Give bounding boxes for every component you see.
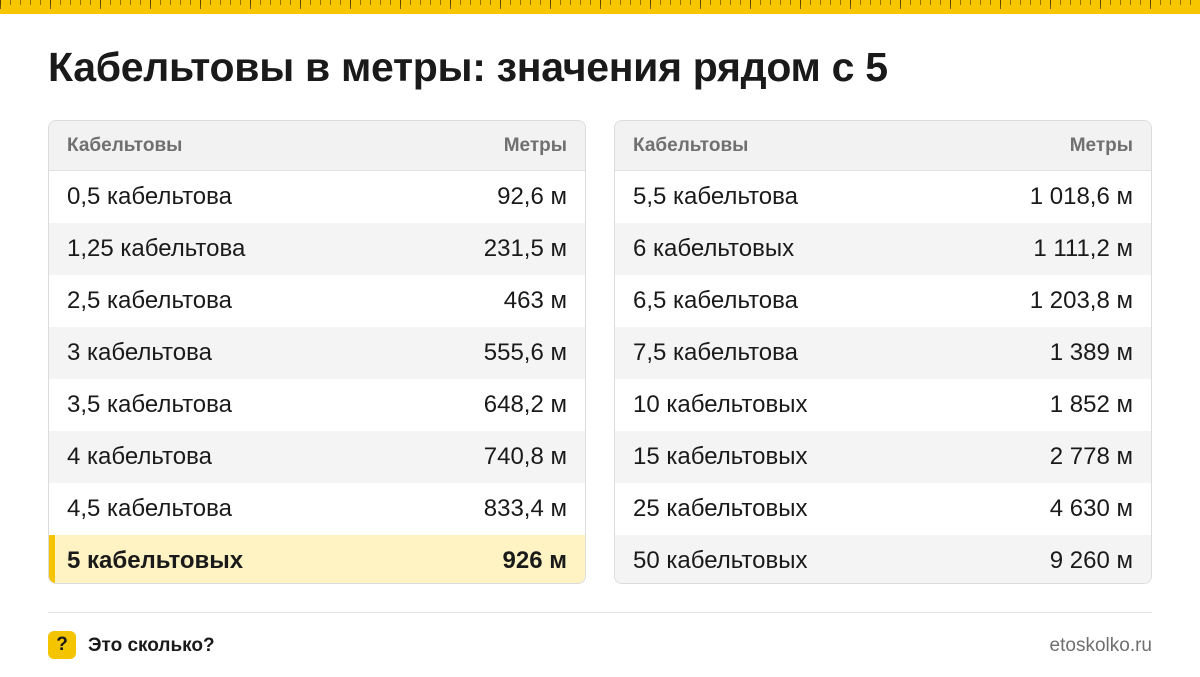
- column-header-meters: Метры: [503, 134, 567, 156]
- row-label: 6,5 кабельтова: [633, 287, 798, 314]
- row-label: 4,5 кабельтова: [67, 495, 232, 522]
- row-label: 5 кабельтовых: [67, 547, 244, 574]
- row-label: 15 кабельтовых: [633, 443, 808, 470]
- table-header: Кабельтовы Метры: [49, 121, 585, 171]
- row-label: 5,5 кабельтова: [633, 183, 798, 210]
- brand-name: Это сколько?: [88, 635, 215, 656]
- page-title: Кабельтовы в метры: значения рядом с 5: [48, 44, 888, 90]
- conversion-table-right: Кабельтовы Метры 5,5 кабельтова 1 018,6 …: [614, 120, 1152, 584]
- row-value: 1 111,2 м: [1033, 235, 1133, 262]
- column-header-meters: Метры: [1069, 134, 1133, 156]
- question-mark-icon: ?: [48, 631, 76, 659]
- row-label: 50 кабельтовых: [633, 547, 808, 574]
- table-row: 4 кабельтова 740,8 м: [49, 431, 585, 483]
- row-value: 92,6 м: [497, 183, 567, 210]
- row-value: 1 852 м: [1049, 391, 1133, 418]
- table-row: 2,5 кабельтова 463 м: [49, 275, 585, 327]
- row-label: 2,5 кабельтова: [67, 287, 232, 314]
- table-row: 1,25 кабельтова 231,5 м: [49, 223, 585, 275]
- row-value: 740,8 м: [483, 443, 567, 470]
- column-header-cables: Кабельтовы: [633, 134, 749, 156]
- row-label: 4 кабельтова: [67, 443, 212, 470]
- row-value: 2 778 м: [1049, 443, 1133, 470]
- row-label: 1,25 кабельтова: [67, 235, 246, 262]
- row-value: 1 389 м: [1049, 339, 1133, 366]
- table-row: 25 кабельтовых 4 630 м: [615, 483, 1151, 535]
- row-value: 231,5 м: [483, 235, 567, 262]
- row-value: 4 630 м: [1049, 495, 1133, 522]
- row-value: 463 м: [503, 287, 567, 314]
- row-value: 833,4 м: [483, 495, 567, 522]
- site-link[interactable]: etoskolko.ru: [1050, 635, 1152, 657]
- table-row: 5,5 кабельтова 1 018,6 м: [615, 171, 1151, 223]
- table-row: 50 кабельтовых 9 260 м: [615, 535, 1151, 583]
- row-value: 9 260 м: [1049, 547, 1133, 574]
- row-label: 6 кабельтовых: [633, 235, 795, 262]
- footer-divider: [48, 612, 1152, 613]
- table-row: 0,5 кабельтова 92,6 м: [49, 171, 585, 223]
- row-label: 25 кабельтовых: [633, 495, 808, 522]
- ruler-ticks: [0, 0, 1200, 14]
- row-label: 3,5 кабельтова: [67, 391, 232, 418]
- table-row: 6,5 кабельтова 1 203,8 м: [615, 275, 1151, 327]
- table-row: 10 кабельтовых 1 852 м: [615, 379, 1151, 431]
- conversion-table-left: Кабельтовы Метры 0,5 кабельтова 92,6 м 1…: [48, 120, 586, 584]
- table-row: 4,5 кабельтова 833,4 м: [49, 483, 585, 535]
- table-row: 7,5 кабельтова 1 389 м: [615, 327, 1151, 379]
- row-value: 1 203,8 м: [1029, 287, 1133, 314]
- table-header: Кабельтовы Метры: [615, 121, 1151, 171]
- column-header-cables: Кабельтовы: [67, 134, 183, 156]
- row-label: 7,5 кабельтова: [633, 339, 798, 366]
- row-label: 10 кабельтовых: [633, 391, 808, 418]
- table-row: 3 кабельтова 555,6 м: [49, 327, 585, 379]
- row-label: 3 кабельтова: [67, 339, 212, 366]
- table-row: 3,5 кабельтова 648,2 м: [49, 379, 585, 431]
- table-row-highlighted: 5 кабельтовых 926 м: [49, 535, 585, 583]
- row-value: 648,2 м: [483, 391, 567, 418]
- row-value: 1 018,6 м: [1029, 183, 1133, 210]
- table-row: 15 кабельтовых 2 778 м: [615, 431, 1151, 483]
- table-row: 6 кабельтовых 1 111,2 м: [615, 223, 1151, 275]
- row-label: 0,5 кабельтова: [67, 183, 232, 210]
- row-value: 926 м: [502, 547, 567, 574]
- row-value: 555,6 м: [483, 339, 567, 366]
